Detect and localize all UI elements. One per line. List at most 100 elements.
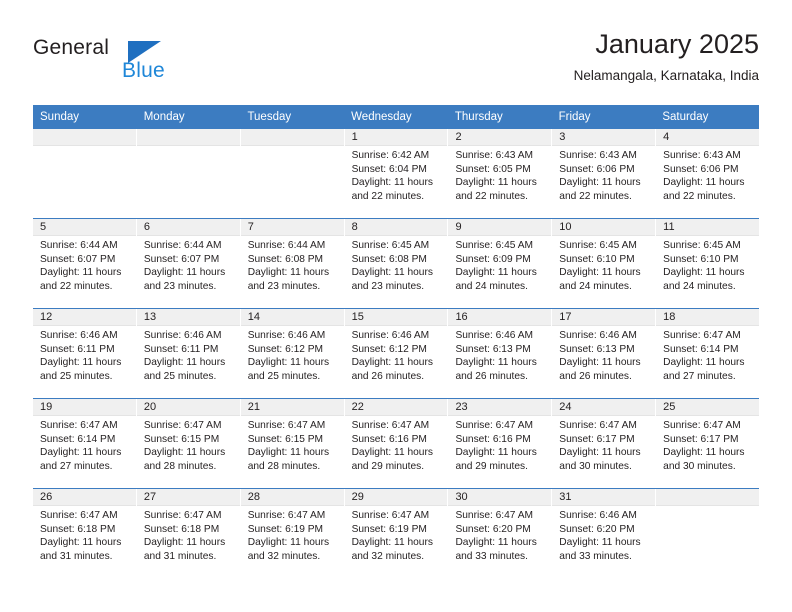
daylight-text-line2: and 32 minutes. <box>351 550 425 562</box>
daylight-text-line1: Daylight: 11 hours <box>143 537 226 549</box>
day-number: 11 <box>663 221 675 233</box>
calendar-week-row: 19 Sunrise: 6:47 AM Sunset: 6:14 PM Dayligh… <box>33 398 760 488</box>
day-cell[interactable]: 22 Sunrise: 6:47 AM Sunset: 6:16 PM Dayligh… <box>344 399 449 488</box>
daylight-text-line1: Daylight: 11 hours <box>351 537 433 549</box>
daylight-text-line1: Daylight: 11 hours <box>351 447 433 459</box>
day-cell[interactable]: 28 Sunrise: 6:47 AM Sunset: 6:19 PM Dayligh… <box>240 489 345 578</box>
day-details: Sunrise: 6:47 AM Sunset: 6:14 PM Daylight:… <box>33 416 136 473</box>
day-cell[interactable]: 3 Sunrise: 6:43 AM Sunset: 6:06 PM Daylight… <box>552 129 657 218</box>
day-number: 17 <box>559 311 572 323</box>
sunrise-text: Sunrise: 6:47 AM <box>663 330 741 341</box>
day-cell[interactable]: 25 Sunrise: 6:47 AM Sunset: 6:17 PM Dayligh… <box>656 399 760 488</box>
day-cell[interactable]: 18 Sunrise: 6:47 AM Sunset: 6:14 PM Dayligh… <box>656 309 760 398</box>
day-cell[interactable]: 9 Sunrise: 6:45 AM Sunset: 6:09 PM Daylight… <box>448 219 553 308</box>
day-number-band <box>136 129 240 146</box>
day-number-band: 3 <box>552 129 656 146</box>
daylight-text-line1: Daylight: 11 hours <box>351 267 433 279</box>
day-cell[interactable]: 4 Sunrise: 6:43 AM Sunset: 6:06 PM Daylight… <box>656 129 760 218</box>
day-number-band: 17 <box>552 309 656 326</box>
day-cell[interactable]: 1 Sunrise: 6:42 AM Sunset: 6:04 PM Daylight… <box>344 129 449 218</box>
sunrise-text: Sunrise: 6:47 AM <box>351 420 430 431</box>
daylight-text-line1: Daylight: 11 hours <box>663 267 745 279</box>
day-cell[interactable]: 20 Sunrise: 6:47 AM Sunset: 6:15 PM Dayligh… <box>136 399 241 488</box>
day-cell[interactable]: 17 Sunrise: 6:46 AM Sunset: 6:13 PM Dayligh… <box>552 309 657 398</box>
day-cell[interactable]: 11 Sunrise: 6:45 AM Sunset: 6:10 PM Dayligh… <box>656 219 760 308</box>
daylight-text-line2: and 23 minutes. <box>247 280 321 292</box>
sunrise-text: Sunrise: 6:46 AM <box>559 330 637 341</box>
sunset-text: Sunset: 6:12 PM <box>351 343 427 355</box>
day-details: Sunrise: 6:47 AM Sunset: 6:16 PM Daylight:… <box>345 416 448 473</box>
day-number-band: 25 <box>656 399 760 416</box>
day-details: Sunrise: 6:46 AM Sunset: 6:12 PM Daylight:… <box>345 326 448 383</box>
day-number-band: 16 <box>448 309 552 326</box>
daylight-text-line2: and 22 minutes. <box>663 190 736 202</box>
sunrise-text: Sunrise: 6:46 AM <box>455 330 534 341</box>
day-cell[interactable]: 10 Sunrise: 6:45 AM Sunset: 6:10 PM Dayligh… <box>552 219 657 308</box>
day-cell-empty <box>656 489 760 578</box>
day-details: Sunrise: 6:45 AM Sunset: 6:10 PM Daylight:… <box>656 236 759 293</box>
day-number: 2 <box>455 131 462 143</box>
sunset-text: Sunset: 6:15 PM <box>247 433 324 445</box>
daylight-text-line2: and 26 minutes. <box>455 370 528 382</box>
day-cell[interactable]: 23 Sunrise: 6:47 AM Sunset: 6:16 PM Dayligh… <box>448 399 553 488</box>
day-number: 5 <box>40 221 47 233</box>
day-cell[interactable]: 6 Sunrise: 6:44 AM Sunset: 6:07 PM Daylight… <box>136 219 241 308</box>
day-details: Sunrise: 6:43 AM Sunset: 6:05 PM Daylight:… <box>448 146 551 203</box>
daylight-text-line1: Daylight: 11 hours <box>455 357 537 369</box>
day-cell[interactable]: 16 Sunrise: 6:46 AM Sunset: 6:13 PM Dayligh… <box>448 309 553 398</box>
day-cell[interactable]: 7 Sunrise: 6:44 AM Sunset: 6:08 PM Daylight… <box>240 219 345 308</box>
generalblue-logo[interactable]: General Blue <box>33 36 233 92</box>
page-header: General Blue January 2025 Nelamangala, K… <box>33 28 759 98</box>
daylight-text-line1: Daylight: 11 hours <box>40 267 122 279</box>
sunset-text: Sunset: 6:14 PM <box>663 343 739 355</box>
day-cell[interactable]: 19 Sunrise: 6:47 AM Sunset: 6:14 PM Dayligh… <box>33 399 137 488</box>
calendar-week-row: 1 Sunrise: 6:42 AM Sunset: 6:04 PM Daylight… <box>33 129 760 218</box>
day-cell[interactable]: 21 Sunrise: 6:47 AM Sunset: 6:15 PM Dayligh… <box>240 399 345 488</box>
calendar-page: General Blue January 2025 Nelamangala, K… <box>0 0 792 612</box>
sunset-text: Sunset: 6:05 PM <box>455 163 531 175</box>
weekday-header-monday: Monday <box>143 111 185 123</box>
day-cell[interactable]: 29 Sunrise: 6:47 AM Sunset: 6:19 PM Dayligh… <box>344 489 449 578</box>
day-number: 10 <box>559 221 572 233</box>
daylight-text-line2: and 31 minutes. <box>40 550 113 562</box>
sunset-text: Sunset: 6:20 PM <box>559 523 635 535</box>
day-cell[interactable]: 26 Sunrise: 6:47 AM Sunset: 6:18 PM Dayligh… <box>33 489 137 578</box>
daylight-text-line1: Daylight: 11 hours <box>143 357 226 369</box>
day-number-band: 23 <box>448 399 552 416</box>
day-number-band: 4 <box>656 129 760 146</box>
day-number: 29 <box>351 491 364 503</box>
day-number: 28 <box>247 491 260 503</box>
day-cell[interactable]: 27 Sunrise: 6:47 AM Sunset: 6:18 PM Dayligh… <box>136 489 241 578</box>
day-details: Sunrise: 6:46 AM Sunset: 6:12 PM Daylight:… <box>241 326 344 383</box>
sunset-text: Sunset: 6:06 PM <box>663 163 739 175</box>
day-number: 7 <box>247 221 254 233</box>
day-cell[interactable]: 24 Sunrise: 6:47 AM Sunset: 6:17 PM Dayligh… <box>552 399 657 488</box>
day-cell[interactable]: 8 Sunrise: 6:45 AM Sunset: 6:08 PM Daylight… <box>344 219 449 308</box>
day-details: Sunrise: 6:47 AM Sunset: 6:20 PM Daylight:… <box>448 506 551 563</box>
day-details: Sunrise: 6:47 AM Sunset: 6:14 PM Daylight:… <box>656 326 759 383</box>
daylight-text-line2: and 31 minutes. <box>143 550 217 562</box>
day-number-band: 1 <box>344 129 448 146</box>
day-cell[interactable]: 5 Sunrise: 6:44 AM Sunset: 6:07 PM Daylight… <box>33 219 137 308</box>
day-cell[interactable]: 15 Sunrise: 6:46 AM Sunset: 6:12 PM Dayligh… <box>344 309 449 398</box>
weekday-header-friday: Friday <box>558 111 591 123</box>
daylight-text-line1: Daylight: 11 hours <box>351 177 433 189</box>
day-number-band: 14 <box>240 309 344 326</box>
day-cell[interactable]: 31 Sunrise: 6:46 AM Sunset: 6:20 PM Dayligh… <box>552 489 657 578</box>
sunset-text: Sunset: 6:19 PM <box>247 523 324 535</box>
day-number: 16 <box>455 311 468 323</box>
day-cell-empty <box>136 129 241 218</box>
day-cell[interactable]: 30 Sunrise: 6:47 AM Sunset: 6:20 PM Dayligh… <box>448 489 553 578</box>
day-cell[interactable]: 12 Sunrise: 6:46 AM Sunset: 6:11 PM Dayligh… <box>33 309 137 398</box>
daylight-text-line2: and 24 minutes. <box>455 280 528 292</box>
daylight-text-line2: and 25 minutes. <box>40 370 113 382</box>
day-cell[interactable]: 2 Sunrise: 6:43 AM Sunset: 6:05 PM Daylight… <box>448 129 553 218</box>
daylight-text-line1: Daylight: 11 hours <box>663 357 745 369</box>
day-cell[interactable]: 13 Sunrise: 6:46 AM Sunset: 6:11 PM Dayligh… <box>136 309 241 398</box>
day-cell[interactable]: 14 Sunrise: 6:46 AM Sunset: 6:12 PM Dayligh… <box>240 309 345 398</box>
day-number-band: 15 <box>344 309 448 326</box>
daylight-text-line2: and 33 minutes. <box>455 550 528 562</box>
sunset-text: Sunset: 6:10 PM <box>663 253 739 265</box>
sunset-text: Sunset: 6:20 PM <box>455 523 531 535</box>
sunset-text: Sunset: 6:07 PM <box>143 253 220 265</box>
